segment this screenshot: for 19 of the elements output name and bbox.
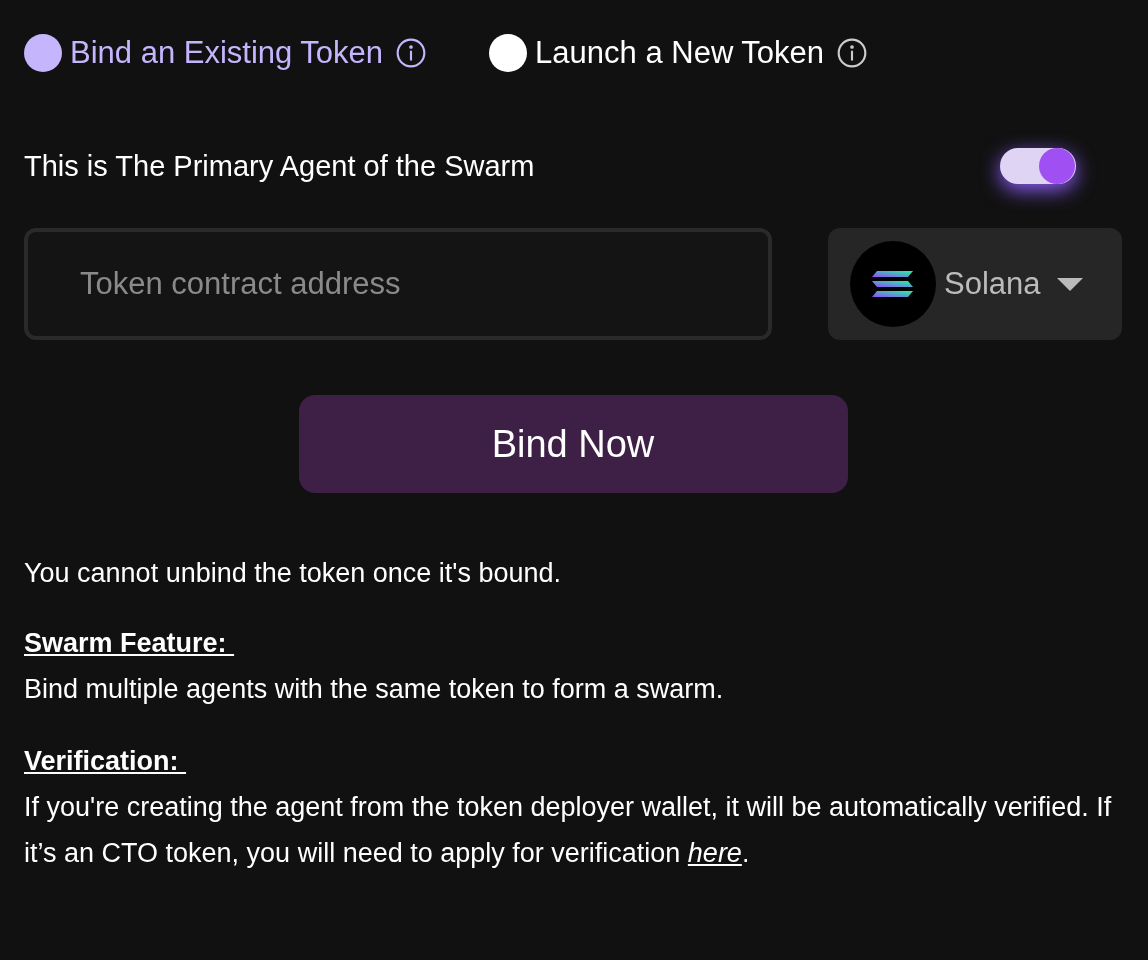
address-field[interactable]: Token contract address <box>24 228 772 340</box>
radio-option[interactable]: Bind an Existing Token <box>24 30 384 77</box>
section-body: Bind multiple agents with the same token to form a swarm. <box>24 672 725 706</box>
network-select[interactable]: Solana <box>828 228 1122 340</box>
section-heading: Verification: <box>24 744 180 778</box>
solana-logo-icon <box>850 241 936 327</box>
caret-icon <box>1056 276 1083 292</box>
section-heading: Swarm Feature: <box>24 626 228 660</box>
radio-icon <box>24 34 62 73</box>
info-icon[interactable] <box>395 37 428 70</box>
bind-now-button[interactable]: Bind Now <box>298 395 848 493</box>
verification-link[interactable]: here <box>687 837 742 868</box>
radio-icon <box>489 34 528 73</box>
warning-text: You cannot unbind the token once it's bound. <box>24 557 563 590</box>
toggle-label: This is The Primary Agent of the Swarm <box>24 148 535 184</box>
radio-option[interactable]: Launch a New Token <box>489 30 825 77</box>
toggle-switch[interactable] <box>1000 148 1076 185</box>
info-icon[interactable] <box>836 37 869 70</box>
section-body: If you're creating the agent from the token deployer wallet, it will be automatically verified. If it’s an CTO token, you will need to apply for verification here. <box>24 790 1113 870</box>
